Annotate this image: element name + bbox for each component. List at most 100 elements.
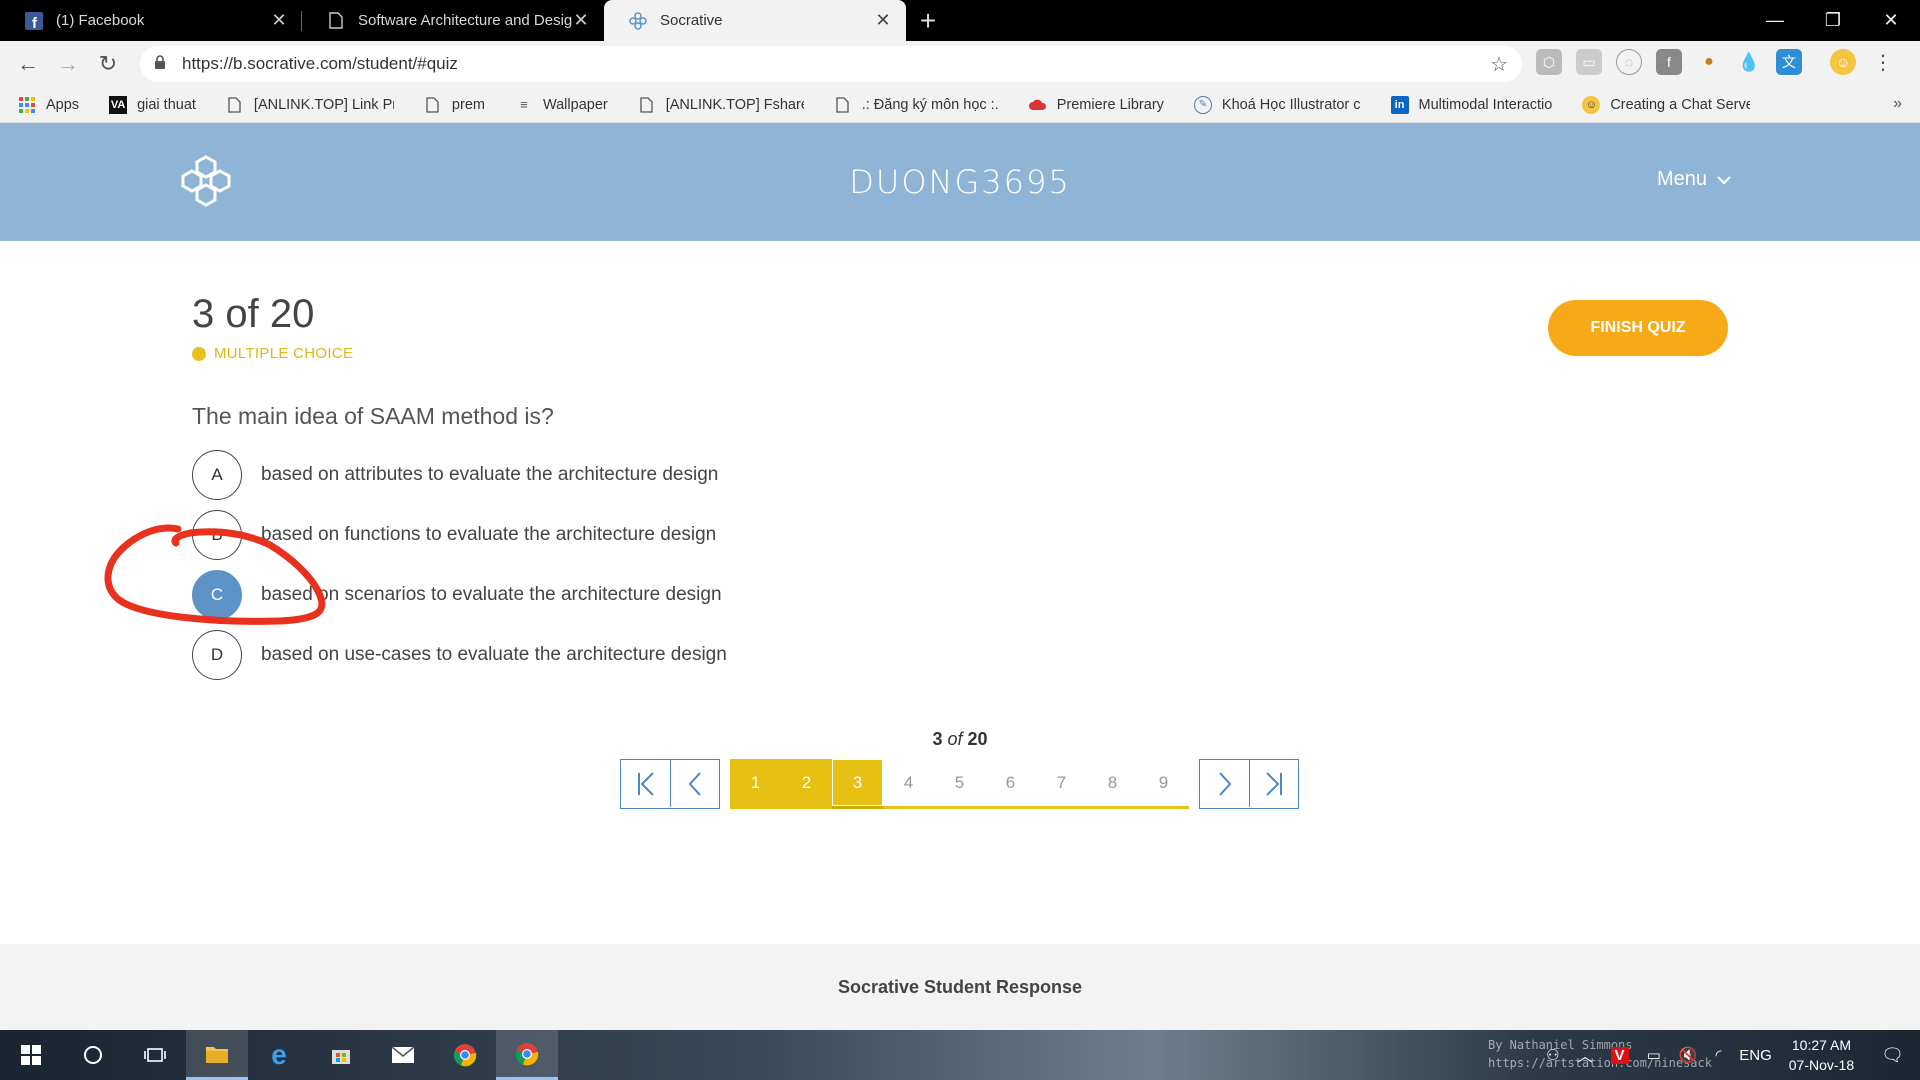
answer-text[interactable]: based on scenarios to evaluate the archi… [261, 584, 722, 606]
restore-icon[interactable]: ❐ [1804, 0, 1862, 41]
chrome-active-icon[interactable] [496, 1030, 558, 1080]
bookmark-wallpaper[interactable]: ≡ Wallpaper [515, 96, 608, 114]
menu-dropdown[interactable]: Menu [1657, 168, 1731, 191]
pager-of: of [947, 729, 963, 749]
bookmark-anlink-fshare[interactable]: [ANLINK.TOP] Fshare [638, 96, 804, 114]
first-page-icon[interactable] [621, 760, 670, 807]
footer-text: Socrative Student Response [837, 976, 1083, 997]
answer-letter[interactable]: C [192, 570, 242, 620]
wifi-icon[interactable]: ◜ [1715, 1046, 1721, 1064]
tab-facebook[interactable]: f (1) Facebook ✕ [0, 0, 302, 41]
file-explorer-icon[interactable] [186, 1030, 248, 1080]
windows-start-icon[interactable] [0, 1030, 62, 1080]
mail-icon[interactable] [372, 1030, 434, 1080]
answer-letter[interactable]: A [192, 450, 242, 500]
bookmark-khoa-hoc-illustrator[interactable]: ✎ Khoá Học Illustrator c [1193, 95, 1361, 114]
page-number-button[interactable]: 8 [1087, 759, 1138, 809]
question-type-badge: MULTIPLE CHOICE [192, 345, 353, 362]
pager-back-group [620, 759, 720, 809]
system-clock[interactable]: 10:27 AM 07-Nov-18 [1789, 1035, 1854, 1075]
next-page-icon[interactable] [1200, 760, 1249, 807]
last-page-icon[interactable] [1249, 760, 1298, 807]
question-text: The main idea of SAAM method is? [192, 403, 554, 429]
show-hidden-icons-chevron-icon[interactable]: ︿ [1578, 1045, 1593, 1066]
edge-browser-icon[interactable]: e [248, 1030, 310, 1080]
finish-quiz-button[interactable]: FINISH QUIZ [1548, 300, 1728, 356]
store-icon[interactable] [310, 1030, 372, 1080]
close-window-icon[interactable]: ✕ [1862, 0, 1920, 41]
page-number-button[interactable]: 3 [832, 759, 883, 809]
globe-icon: ✎ [1193, 95, 1212, 114]
battery-icon[interactable]: ▭ [1647, 1046, 1661, 1064]
bookmark-anlink-link[interactable]: [ANLINK.TOP] Link Pr [226, 96, 394, 114]
browser-toolbar: ← → ↻ https://b.socrative.com/student/#q… [0, 41, 1920, 87]
layers-icon: ≡ [520, 97, 528, 112]
apps-grid-icon [18, 96, 36, 114]
volume-muted-icon[interactable]: 🔇 [1679, 1046, 1698, 1064]
answer-letter[interactable]: B [192, 510, 242, 560]
page-number-button[interactable]: 1 [730, 759, 781, 809]
socrative-header: DUONG3695 Menu [0, 123, 1920, 241]
page-number-button[interactable]: 5 [934, 759, 985, 809]
page-number-button[interactable]: 9 [1138, 759, 1189, 809]
menu-label: Menu [1657, 168, 1708, 190]
facebook-extension-icon[interactable]: f [1656, 49, 1682, 75]
page-number-button[interactable]: 4 [883, 759, 934, 809]
answer-option-c[interactable]: C based on scenarios to evaluate the arc… [192, 569, 812, 621]
page-number-button[interactable]: 7 [1036, 759, 1087, 809]
address-bar[interactable]: https://b.socrative.com/student/#quiz ☆ [140, 46, 1522, 82]
answer-option-b[interactable]: B based on functions to evaluate the arc… [192, 509, 812, 561]
cube-extension-icon[interactable]: ⬡ [1536, 49, 1562, 75]
answer-text[interactable]: based on attributes to evaluate the arch… [261, 464, 718, 486]
translate-extension-icon[interactable]: 文 [1776, 49, 1802, 75]
bookmark-apps[interactable]: Apps [18, 96, 79, 114]
bookmarks-overflow-button[interactable]: » [1893, 95, 1902, 113]
profile-avatar-icon[interactable]: ☺ [1830, 49, 1856, 75]
answer-letter[interactable]: D [192, 630, 242, 680]
tab-socrative[interactable]: Socrative ✕ [604, 0, 906, 41]
url-text: https://b.socrative.com/student/#quiz [182, 54, 458, 73]
minimize-icon[interactable]: — [1746, 0, 1804, 41]
language-indicator[interactable]: ENG [1739, 1047, 1772, 1064]
answer-option-d[interactable]: D based on use-cases to evaluate the arc… [192, 629, 812, 681]
answer-option-a[interactable]: A based on attributes to evaluate the ar… [192, 449, 812, 501]
vietkey-icon[interactable]: V [1610, 1046, 1629, 1064]
new-tab-button[interactable]: + [906, 0, 950, 41]
pager-current: 3 [932, 729, 943, 749]
bookmark-prem[interactable]: prem [424, 96, 485, 114]
tab-title: Software Architecture and Design [358, 12, 572, 29]
people-icon[interactable]: ⚇ [1546, 1046, 1559, 1064]
bookmark-giai-thuat[interactable]: VA giai thuat [109, 95, 196, 114]
browser-menu-icon[interactable]: ⋮ [1870, 49, 1896, 75]
reload-icon[interactable]: ↻ [88, 44, 128, 84]
bookmark-dang-ky-mon-hoc[interactable]: .: Đăng ký môn học :. [834, 96, 999, 114]
previous-page-icon[interactable] [670, 760, 719, 807]
bookmark-premiere-library[interactable]: Premiere Library [1028, 96, 1164, 114]
back-icon[interactable]: ← [8, 44, 48, 84]
ghostery-extension-icon[interactable]: ◌ [1616, 49, 1642, 75]
search-circle-icon[interactable] [62, 1030, 124, 1080]
answer-text[interactable]: based on use-cases to evaluate the archi… [261, 644, 727, 666]
bookmark-multimodal-interaction[interactable]: in Multimodal Interactio [1390, 95, 1552, 114]
tab-title: (1) Facebook [56, 12, 145, 29]
tab-software-architecture[interactable]: Software Architecture and Design ✕ [302, 0, 604, 41]
chevron-down-icon [1717, 168, 1731, 191]
answer-text[interactable]: based on functions to evaluate the archi… [261, 524, 716, 546]
notifications-icon[interactable]: 🗨 [1881, 1045, 1904, 1066]
page-number-button[interactable]: 2 [781, 759, 832, 809]
chat-extension-icon[interactable]: ▭ [1576, 49, 1602, 75]
chrome-icon[interactable] [434, 1030, 496, 1080]
close-tab-icon[interactable]: ✕ [874, 10, 892, 31]
close-tab-icon[interactable]: ✕ [270, 10, 288, 31]
socrative-icon [628, 11, 648, 31]
cookie-extension-icon[interactable]: ● [1696, 49, 1722, 75]
task-view-icon[interactable] [124, 1030, 186, 1080]
bookmark-creating-chat-server[interactable]: ☺ Creating a Chat Serve [1582, 95, 1750, 114]
drop-extension-icon[interactable]: 💧 [1736, 49, 1762, 75]
close-tab-icon[interactable]: ✕ [572, 10, 590, 31]
question-progress: 3 of 20 [192, 292, 315, 336]
bookmark-star-icon[interactable]: ☆ [1490, 52, 1508, 77]
page-number-button[interactable]: 6 [985, 759, 1036, 809]
forward-icon[interactable]: → [48, 44, 88, 84]
page-icon [326, 11, 346, 31]
